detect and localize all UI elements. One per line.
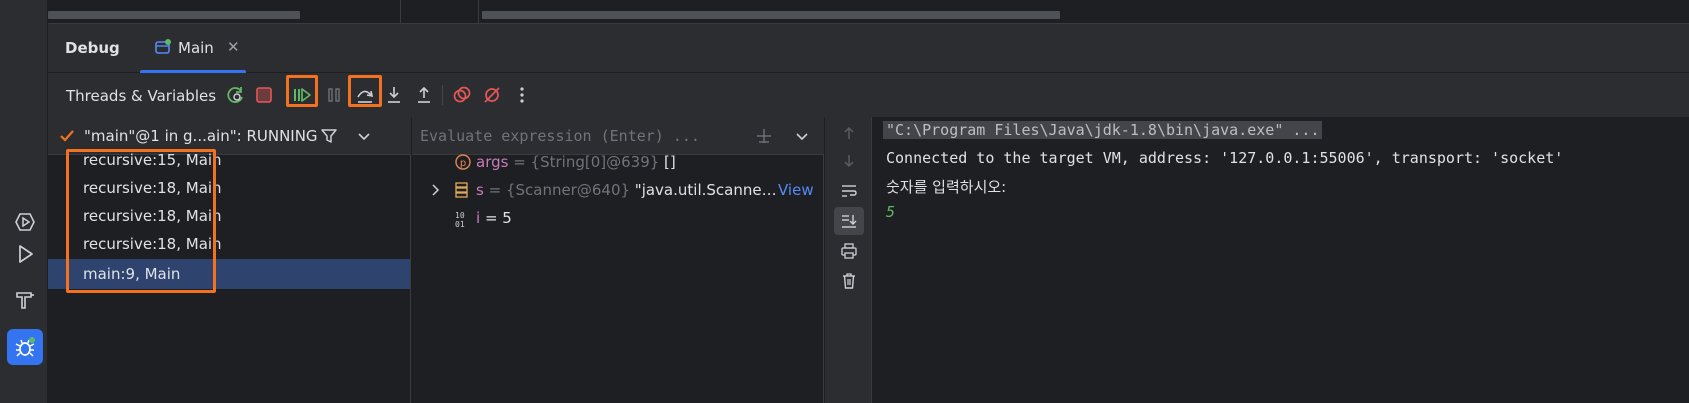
console-toolbar [825, 117, 872, 403]
step-into-button[interactable] [380, 81, 408, 109]
highlight-box-frames [66, 149, 216, 293]
step-into-icon [388, 87, 400, 103]
print-icon [841, 243, 857, 259]
variable-row-i[interactable]: 10 01 i = 5 [412, 203, 823, 233]
mute-breakpoints-button[interactable] [478, 81, 506, 109]
variable-name: s [476, 181, 484, 199]
toolbar-separator [442, 85, 443, 105]
tool-window-title: Debug [65, 39, 120, 57]
variable-name: args [476, 153, 509, 171]
scroll-to-end-icon [842, 215, 857, 228]
stop-icon [256, 87, 272, 103]
soft-wrap-button[interactable] [834, 177, 864, 205]
scroll-up-button[interactable] [834, 119, 864, 147]
debug-tool-header: Debug Main ✕ [48, 24, 1689, 73]
chevron-right-icon[interactable] [430, 183, 442, 201]
console-user-input: 5 [886, 203, 896, 221]
tool-strip [0, 0, 48, 403]
variable-row-args[interactable]: p args = {String[0]@639} [] [412, 147, 823, 177]
arrow-down-icon [844, 155, 854, 168]
soft-wrap-icon [842, 185, 857, 197]
arrow-up-icon [844, 126, 854, 139]
frames-pane: "main"@1 in g...ain": RUNNING recursive:… [48, 117, 411, 403]
editor-top-bar [48, 0, 1689, 24]
close-icon[interactable]: ✕ [227, 38, 240, 56]
breakpoints-icon [453, 86, 471, 103]
variable-value: [] [659, 153, 676, 171]
variable-type: {String[0]@639} [530, 153, 660, 171]
mute-breakpoints-icon [484, 87, 500, 103]
chevron-down-icon[interactable] [794, 128, 810, 148]
console-prompt-line: 숫자를 입력하시오: [886, 178, 1007, 196]
services-icon[interactable] [7, 204, 43, 240]
variables-pane: p args = {String[0]@639} [] s = {Scanner… [412, 117, 824, 403]
rerun-icon [227, 87, 243, 103]
scroll-down-button[interactable] [834, 147, 864, 175]
splitter [400, 0, 401, 24]
resume-icon [294, 88, 311, 102]
svg-text:01: 01 [455, 220, 465, 228]
console-command-line: "C:\Program Files\Java\jdk-1.8\bin\java.… [883, 121, 1323, 139]
variable-value: 5 [502, 209, 512, 227]
variable-equals: = [483, 181, 506, 199]
primitive-icon: 10 01 [454, 210, 472, 232]
svg-text:p: p [460, 158, 466, 169]
variable-equals: = [508, 153, 531, 171]
application-config-icon [154, 38, 172, 60]
variable-equals: = [480, 209, 503, 227]
tab-main-label: Main [178, 39, 214, 57]
step-over-icon [357, 90, 374, 103]
stop-button[interactable] [250, 81, 278, 109]
trash-icon [843, 273, 855, 289]
build-icon[interactable] [7, 282, 43, 318]
svg-text:10: 10 [455, 211, 465, 220]
variable-row-s[interactable]: s = {Scanner@640} "java.util.Scanne… Vie… [412, 175, 823, 205]
rerun-button[interactable] [222, 81, 250, 109]
pause-button[interactable] [320, 81, 348, 109]
threads-variables-label: Threads & Variables [66, 87, 217, 105]
more-vertical-icon [520, 87, 524, 103]
add-watch-icon[interactable] [755, 127, 773, 149]
field-object-icon [454, 181, 470, 203]
variable-type: {Scanner@640} [505, 181, 631, 199]
step-out-icon [418, 86, 430, 103]
debug-toolbar: Threads & Variables [48, 73, 1689, 117]
run-icon[interactable] [7, 236, 43, 272]
resume-button[interactable] [288, 81, 316, 109]
horizontal-scrollbar-right[interactable] [482, 11, 1060, 19]
evaluate-expression-input[interactable] [420, 123, 720, 149]
parameter-icon: p [454, 153, 472, 175]
console-output[interactable]: "C:\Program Files\Java\jdk-1.8\bin\java.… [873, 117, 1689, 403]
horizontal-scrollbar-left[interactable] [48, 11, 300, 19]
print-button[interactable] [834, 237, 864, 265]
pause-icon [328, 88, 340, 102]
variable-value: "java.util.Scanne… [630, 181, 777, 199]
view-link[interactable]: View [778, 181, 814, 199]
thread-label: "main"@1 in g...ain": RUNNING [84, 127, 318, 145]
clear-all-button[interactable] [834, 267, 864, 295]
debug-icon[interactable] [7, 329, 43, 365]
tab-main[interactable]: Main ✕ [140, 24, 246, 73]
step-over-button[interactable] [351, 81, 379, 109]
splitter [478, 0, 479, 24]
more-options-button[interactable] [508, 81, 536, 109]
console-connected-line: Connected to the target VM, address: '12… [886, 149, 1564, 167]
step-out-button[interactable] [410, 81, 438, 109]
view-breakpoints-button[interactable] [448, 81, 476, 109]
scroll-to-end-button[interactable] [834, 207, 864, 235]
